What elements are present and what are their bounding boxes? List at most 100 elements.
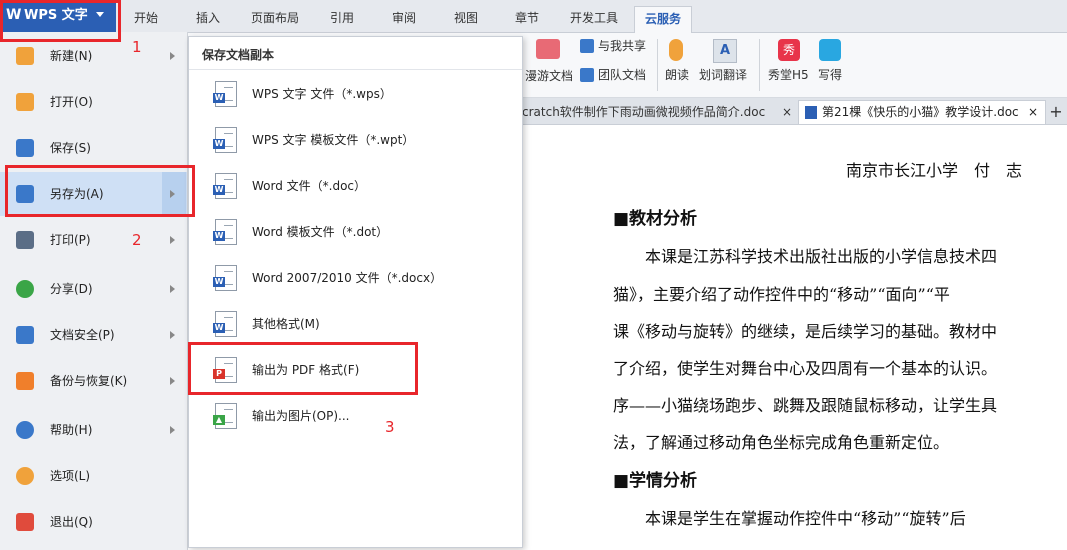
menu-item-share[interactable]: 分享(D) xyxy=(0,267,187,311)
word-translate-button[interactable]: 划词翻译 xyxy=(699,67,747,83)
save-as-doc[interactable]: W Word 文件（*.doc） xyxy=(189,163,522,209)
new-tab-button[interactable]: + xyxy=(1049,101,1063,123)
submenu-item-label: WPS 文字 文件（*.wps） xyxy=(252,87,392,101)
cloud-folder-icon[interactable] xyxy=(536,39,560,59)
doc-tab-active[interactable]: 第21棵《快乐的小猫》教学设计.doc × xyxy=(798,100,1046,124)
document-page[interactable]: 南京市长江小学 付 志 ■教材分析 本课是江苏科学技术出版社出版的小学信息技术四… xyxy=(521,125,1067,550)
word-doc-icon: W xyxy=(213,173,237,199)
save-as-other-format[interactable]: W 其他格式(M) xyxy=(189,301,522,347)
doc-paragraph-line: 本课是学生在掌握动作控件中“移动”“旋转”后 xyxy=(613,509,966,528)
new-icon xyxy=(16,47,34,65)
menu-item-label: 文档安全(P) xyxy=(50,328,115,342)
xiutang-h5-button[interactable]: 秀堂H5 xyxy=(768,67,809,83)
exit-icon xyxy=(16,513,34,531)
security-icon xyxy=(16,326,34,344)
submenu-item-label: 输出为图片(OP)... xyxy=(252,409,350,423)
tab-page-layout[interactable]: 页面布局 xyxy=(244,8,306,28)
menu-item-exit[interactable]: 退出(Q) xyxy=(0,500,187,544)
menu-item-label: 保存(S) xyxy=(50,141,91,155)
save-icon xyxy=(16,139,34,157)
save-as-submenu: 保存文档副本 W WPS 文字 文件（*.wps） W WPS 文字 模板文件（… xyxy=(188,36,523,548)
menu-item-save[interactable]: 保存(S) xyxy=(0,126,187,170)
doc-tab-label: 第21棵《快乐的小猫》教学设计.doc xyxy=(822,105,1019,119)
menu-item-label: 打开(O) xyxy=(50,95,93,109)
tab-developer[interactable]: 开发工具 xyxy=(563,8,625,28)
menu-item-label: 备份与恢复(K) xyxy=(50,374,128,388)
xiutang-icon: 秀 xyxy=(778,39,800,61)
doc-tab-scratch[interactable]: cratch软件制作下雨动画微视频作品简介.doc xyxy=(522,101,776,123)
team-doc-icon xyxy=(580,68,594,82)
tab-insert[interactable]: 插入 xyxy=(184,8,232,28)
highlight-box-wps-menu xyxy=(0,0,121,42)
export-image[interactable]: ▲ 输出为图片(OP)... xyxy=(189,393,522,439)
doc-author-line: 南京市长江小学 付 志 xyxy=(846,161,1023,180)
doc-paragraph-line: 猫》，主要介绍了动作控件中的“移动”“面向”“平 xyxy=(613,285,950,304)
save-as-wps[interactable]: W WPS 文字 文件（*.wps） xyxy=(189,71,522,117)
read-aloud-button[interactable]: 朗读 xyxy=(665,67,689,83)
doc-paragraph-line: 课《移动与旋转》的继续，是后续学习的基础。教材中 xyxy=(613,322,998,341)
word-docx-icon: W xyxy=(213,265,237,291)
print-icon xyxy=(16,231,34,249)
menu-item-label: 打印(P) xyxy=(50,233,91,247)
menu-item-help[interactable]: 帮助(H) xyxy=(0,408,187,452)
close-tab-icon[interactable]: × xyxy=(1028,101,1038,123)
menu-item-label: 退出(Q) xyxy=(50,515,93,529)
doc-paragraph-line: 本课是江苏科学技术出版社出版的小学信息技术四 xyxy=(613,247,998,266)
menu-item-label: 分享(D) xyxy=(50,282,93,296)
submenu-item-label: Word 文件（*.doc） xyxy=(252,179,367,193)
word-template-icon: W xyxy=(213,219,237,245)
chevron-right-icon xyxy=(170,331,175,339)
menu-item-label: 帮助(H) xyxy=(50,423,93,437)
doc-heading-analysis: ■教材分析 xyxy=(613,209,698,229)
save-as-docx[interactable]: W Word 2007/2010 文件（*.docx） xyxy=(189,255,522,301)
ribbon-separator xyxy=(657,39,658,91)
share-icon xyxy=(16,280,34,298)
share-with-me-button[interactable]: 与我共享 xyxy=(598,38,646,54)
doc-paragraph-line: 法，了解通过移动角色坐标完成角色重新定位。 xyxy=(613,433,950,452)
close-tab-icon[interactable]: × xyxy=(781,101,793,123)
submenu-item-label: Word 2007/2010 文件（*.docx） xyxy=(252,271,443,285)
doc-paragraph-line: 了介绍，使学生对舞台中心及四周有一个基本的认识。 xyxy=(613,359,998,378)
save-as-dot[interactable]: W Word 模板文件（*.dot） xyxy=(189,209,522,255)
highlight-box-save-as xyxy=(5,165,195,217)
ribbon-separator xyxy=(759,39,760,91)
doc-heading-students: ■学情分析 xyxy=(613,471,698,491)
tab-references[interactable]: 引用 xyxy=(318,8,366,28)
backup-icon xyxy=(16,372,34,390)
submenu-item-label: 其他格式(M) xyxy=(252,317,320,331)
xiede-button[interactable]: 写得 xyxy=(818,67,842,83)
microphone-icon xyxy=(669,39,683,61)
xiede-icon xyxy=(819,39,841,61)
menu-item-backup[interactable]: 备份与恢复(K) xyxy=(0,359,187,403)
open-folder-icon xyxy=(16,93,34,111)
menu-item-print[interactable]: 打印(P) xyxy=(0,218,187,262)
translate-icon: A xyxy=(713,39,737,63)
menu-item-open[interactable]: 打开(O) xyxy=(0,80,187,124)
doc-paragraph-line: 序——小猫绕场跑步、跳舞及跟随鼠标移动，让学生具 xyxy=(613,396,998,415)
file-menu-sidebar: 新建(N) 打开(O) 保存(S) 另存为(A) 打印(P) 分享(D) 文档安… xyxy=(0,32,188,550)
tab-view[interactable]: 视图 xyxy=(442,8,490,28)
submenu-item-label: Word 模板文件（*.dot） xyxy=(252,225,389,239)
menu-item-label: 新建(N) xyxy=(50,49,93,63)
ribbon-tab-bar: W WPS 文字 开始 插入 页面布局 引用 审阅 视图 章节 开发工具 云服务 xyxy=(0,0,1067,33)
tab-review[interactable]: 审阅 xyxy=(380,8,428,28)
help-icon xyxy=(16,421,34,439)
chevron-right-icon xyxy=(170,426,175,434)
tab-home[interactable]: 开始 xyxy=(122,8,170,28)
highlight-box-pdf xyxy=(188,342,418,395)
word-doc-icon xyxy=(805,106,817,119)
annotation-step-3: 3 xyxy=(385,418,395,436)
tour-doc-label[interactable]: 漫游文档 xyxy=(521,68,573,84)
team-doc-button[interactable]: 团队文档 xyxy=(598,67,646,83)
submenu-item-label: WPS 文字 模板文件（*.wpt） xyxy=(252,133,415,147)
tab-sections[interactable]: 章节 xyxy=(503,8,551,28)
share-with-me-icon xyxy=(580,39,594,53)
menu-item-options[interactable]: 选项(L) xyxy=(0,454,187,498)
tab-cloud-service[interactable]: 云服务 xyxy=(634,6,692,33)
save-as-wpt[interactable]: W WPS 文字 模板文件（*.wpt） xyxy=(189,117,522,163)
wps-template-icon: W xyxy=(213,127,237,153)
submenu-title: 保存文档副本 xyxy=(202,48,275,62)
image-export-icon: ▲ xyxy=(213,403,237,429)
wps-file-icon: W xyxy=(213,81,237,107)
menu-item-doc-security[interactable]: 文档安全(P) xyxy=(0,313,187,357)
